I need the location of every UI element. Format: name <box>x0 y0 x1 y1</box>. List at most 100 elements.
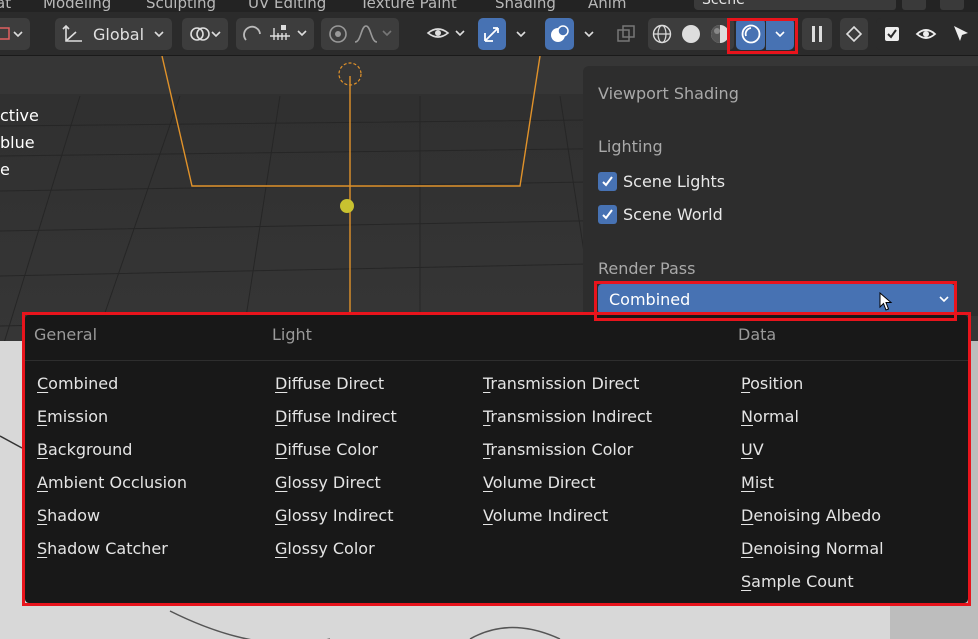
menu-item-denoising-normal[interactable]: Denoising Normal <box>741 539 884 558</box>
material-preview-icon[interactable] <box>709 23 731 45</box>
mouse-cursor-icon <box>879 292 893 311</box>
transform-orientation-dropdown[interactable]: Global <box>55 18 172 50</box>
checkbox-icon[interactable] <box>883 25 901 43</box>
check-icon <box>598 172 617 191</box>
menu-item-label: osition <box>750 374 804 393</box>
tab-sculpting[interactable]: Sculpting <box>146 0 216 12</box>
xray-toggle[interactable] <box>612 18 640 50</box>
chevron-down-icon <box>584 31 594 38</box>
eye-icon[interactable] <box>915 25 937 43</box>
scene-remove-button[interactable] <box>902 0 926 10</box>
scene-lights-checkbox[interactable]: Scene Lights <box>598 172 725 191</box>
render-pass-label: Render Pass <box>598 259 696 278</box>
wireframe-shading-icon[interactable] <box>651 23 673 45</box>
menu-item-label: enoising Normal <box>753 539 884 558</box>
menu-item-combined[interactable]: Combined <box>37 374 118 393</box>
scene-world-label: Scene World <box>623 205 723 224</box>
menu-item-mist[interactable]: Mist <box>741 473 774 492</box>
menu-item-transmission-color[interactable]: Transmission Color <box>483 440 633 459</box>
menu-item-position[interactable]: Position <box>741 374 803 393</box>
shading-mode-group <box>648 18 734 50</box>
menu-item-label: V <box>752 440 764 459</box>
visibility-dropdown[interactable] <box>422 18 470 50</box>
menu-item-label: lossy Indirect <box>287 506 394 525</box>
menu-item-label: lossy Direct <box>287 473 381 492</box>
viewport-header: Global <box>0 12 978 56</box>
menu-item-sample-count[interactable]: Sample Count <box>741 572 854 591</box>
overlays-dropdown[interactable] <box>576 18 602 50</box>
outliner-header-icons <box>876 18 978 50</box>
render-pass-menu: General Light Data Combined Emission Backg… <box>25 315 968 603</box>
menu-item-background[interactable]: Background <box>37 440 132 459</box>
workspace-tabs: at Modeling Sculpting UV Editing Texture… <box>0 0 978 12</box>
xray-icon <box>617 25 635 42</box>
menu-item-mnemonic: S <box>37 539 48 558</box>
render-pass-value: Combined <box>609 289 691 309</box>
rendered-shading-icon <box>741 24 760 44</box>
menu-item-mnemonic: M <box>741 473 755 492</box>
menu-item-uv[interactable]: UV <box>741 440 764 459</box>
menu-item-glossy-color[interactable]: Glossy Color <box>275 539 375 558</box>
menu-item-label: olume Indirect <box>492 506 609 525</box>
menu-item-label: enoising Albedo <box>753 506 882 525</box>
viewport-info-line-3: e <box>0 160 10 179</box>
gizmo-toggle[interactable] <box>478 18 506 50</box>
rendered-shading-button[interactable] <box>736 18 765 50</box>
menu-item-label: ransmission Direct <box>490 374 640 393</box>
gizmo-dropdown[interactable] <box>508 18 534 50</box>
menu-item-transmission-indirect[interactable]: Transmission Indirect <box>483 407 652 426</box>
solid-shading-icon[interactable] <box>680 23 702 45</box>
scene-selector[interactable]: Scene <box>694 0 884 10</box>
tab-shading[interactable]: Shading <box>495 0 556 12</box>
menu-item-label: ombined <box>48 374 119 393</box>
menu-item-diffuse-indirect[interactable]: Diffuse Indirect <box>275 407 397 426</box>
render-pass-dropdown[interactable]: Combined <box>598 284 955 314</box>
tab-animation[interactable]: Anim <box>588 0 627 12</box>
orientation-label: Global <box>93 24 145 44</box>
tab-uv-editing[interactable]: UV Editing <box>248 0 326 12</box>
select-arrow-icon[interactable] <box>951 24 971 44</box>
select-mode-button[interactable] <box>0 18 30 50</box>
menu-item-shadow[interactable]: Shadow <box>37 506 100 525</box>
viewport-info-line-1: ctive <box>0 106 39 125</box>
scene-extra-button[interactable] <box>940 0 964 10</box>
scene-new-button[interactable] <box>872 0 896 10</box>
snapping-toggle[interactable] <box>236 18 314 50</box>
chevron-down-icon <box>516 31 526 38</box>
menu-item-normal[interactable]: Normal <box>741 407 799 426</box>
menu-item-label: iffuse Indirect <box>287 407 397 426</box>
menu-item-transmission-direct[interactable]: Transmission Direct <box>483 374 639 393</box>
menu-item-glossy-direct[interactable]: Glossy Direct <box>275 473 381 492</box>
menu-item-diffuse-color[interactable]: Diffuse Color <box>275 440 378 459</box>
tab-texture-paint[interactable]: Texture Paint <box>360 0 457 12</box>
menu-item-mnemonic: E <box>37 407 48 426</box>
proportional-editing-toggle[interactable] <box>321 18 399 50</box>
tab-layout[interactable]: at <box>0 0 11 12</box>
menu-item-shadow-catcher[interactable]: Shadow Catcher <box>37 539 168 558</box>
overlays-toggle[interactable] <box>545 18 574 50</box>
menu-item-ambient-occlusion[interactable]: Ambient Occlusion <box>37 473 187 492</box>
scene-world-checkbox[interactable]: Scene World <box>598 205 723 224</box>
menu-item-diffuse-direct[interactable]: Diffuse Direct <box>275 374 384 393</box>
menu-item-volume-indirect[interactable]: Volume Indirect <box>483 506 608 525</box>
pivot-point-dropdown[interactable] <box>182 18 228 50</box>
shading-options-dropdown[interactable] <box>766 18 794 50</box>
menu-item-label: ormal <box>752 407 799 426</box>
menu-item-emission[interactable]: Emission <box>37 407 108 426</box>
pause-render-button[interactable] <box>802 18 832 50</box>
menu-item-mnemonic: N <box>741 407 753 426</box>
menu-item-mnemonic: D <box>741 506 754 525</box>
keyframe-button[interactable] <box>840 18 868 50</box>
menu-item-label: mission <box>47 407 109 426</box>
menu-item-label: hadow <box>47 506 101 525</box>
menu-item-label: iffuse Color <box>287 440 378 459</box>
menu-item-mnemonic: D <box>275 407 288 426</box>
menu-item-volume-direct[interactable]: Volume Direct <box>483 473 596 492</box>
check-icon <box>598 205 617 224</box>
menu-item-denoising-albedo[interactable]: Denoising Albedo <box>741 506 881 525</box>
scene-name: Scene <box>702 0 745 8</box>
tab-modeling[interactable]: Modeling <box>43 0 111 12</box>
menu-item-mnemonic: G <box>275 506 288 525</box>
proportional-edit-icon <box>329 25 392 43</box>
menu-item-glossy-indirect[interactable]: Glossy Indirect <box>275 506 393 525</box>
